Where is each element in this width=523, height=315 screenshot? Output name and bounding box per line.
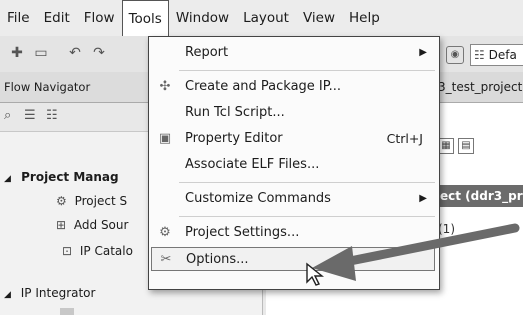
tree-item-add-sources[interactable]: ⊞ Add Sour [56,218,128,232]
project-tab[interactable]: 3_test_project [438,80,522,94]
add-sources-icon: ⊞ [56,218,67,232]
dashboard-icon[interactable]: ◉ [446,46,464,64]
menu-window[interactable]: Window [169,0,236,36]
tree-item-project-settings[interactable]: ⚙ Project S [56,194,127,208]
menu-item-project-settings[interactable]: ⚙ Project Settings... [149,221,437,245]
menu-separator [179,70,435,71]
tree-item-ip-catalog[interactable]: ⊡ IP Catalo [62,244,133,258]
menu-tools[interactable]: Tools [121,0,169,37]
tree-item-partial-icon [60,308,74,315]
pane-icon-a[interactable]: ▦ [438,138,454,154]
property-icon: ▣ [158,131,172,146]
submenu-arrow-icon: ▶ [419,193,427,204]
new-project-icon[interactable]: ✚ [8,45,26,61]
menu-separator [179,216,435,217]
mouse-cursor-icon [306,262,324,286]
menu-separator [179,182,435,183]
project-header-text: ect (ddr3_pro [440,189,523,203]
package-icon: ✣ [159,79,171,94]
layout-combo[interactable]: ☷ Defa [470,44,523,66]
flow-navigator-title: Flow Navigator [4,80,91,94]
search-icon[interactable]: ⌕ [4,108,11,123]
menu-item-property-editor[interactable]: ▣ Property Editor Ctrl+J [149,127,437,151]
submenu-arrow-icon: ▶ [419,47,427,58]
layout-combo-icon: ☷ [474,48,485,62]
undo-icon[interactable]: ↶ [66,45,84,61]
tools-menu: Report ▶ ✣ Create and Package IP... Run … [148,36,440,290]
wrench-icon: ✂ [160,252,172,267]
menu-item-run-tcl-script[interactable]: Run Tcl Script... [149,101,437,125]
menu-layout[interactable]: Layout [236,0,296,36]
menu-item-associate-elf[interactable]: Associate ELF Files... [149,153,437,177]
menu-file[interactable]: File [0,0,37,36]
settings-icon: ⚙ [159,225,171,240]
settings-gear-icon: ⚙ [56,194,67,208]
expand-triangle-icon: ◢ [4,290,11,300]
collapse-all-icon[interactable]: ☰ [24,108,36,123]
tree-section-ip-integrator[interactable]: ◢ IP Integrator [4,286,95,300]
menubar: File Edit Flow Tools Window Layout View … [0,0,523,37]
menu-view[interactable]: View [296,0,342,36]
tree-section-project-manager[interactable]: ◢ Project Manag [4,170,119,184]
menu-edit[interactable]: Edit [37,0,77,36]
menu-flow[interactable]: Flow [77,0,122,36]
ip-catalog-icon: ⊡ [62,244,73,258]
menu-item-customize-commands[interactable]: Customize Commands ▶ [149,187,437,211]
menu-item-create-package-ip[interactable]: ✣ Create and Package IP... [149,75,437,99]
menu-item-options[interactable]: ✂ Options... [151,247,435,271]
expand-triangle-icon: ◢ [4,174,11,184]
redo-icon[interactable]: ↷ [90,45,108,61]
open-project-icon[interactable]: ▭ [32,45,50,61]
layout-combo-value: Defa [488,48,517,62]
menu-help[interactable]: Help [342,0,387,36]
menu-item-report[interactable]: Report ▶ [149,41,437,65]
expand-all-icon[interactable]: ☷ [46,108,58,123]
annotation-label: (1) [438,222,455,236]
pane-icon-b[interactable]: ▤ [458,138,474,154]
